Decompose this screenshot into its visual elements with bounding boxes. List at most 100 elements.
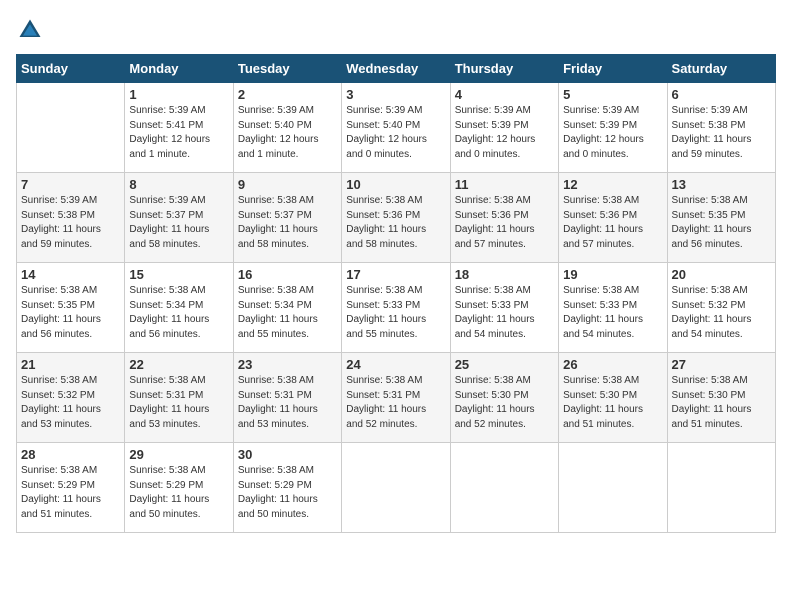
- day-detail: Sunrise: 5:38 AM Sunset: 5:30 PM Dayligh…: [455, 374, 554, 432]
- calendar-cell: 17 Sunrise: 5:38 AM Sunset: 5:33 PM Dayli…: [342, 263, 450, 353]
- day-number: 5: [563, 87, 662, 102]
- calendar-table: SundayMondayTuesdayWednesdayThursdayFrid…: [16, 54, 776, 533]
- calendar-cell: [342, 443, 450, 533]
- day-number: 12: [563, 177, 662, 192]
- day-detail: Sunrise: 5:38 AM Sunset: 5:35 PM Dayligh…: [21, 284, 120, 342]
- day-detail: Sunrise: 5:38 AM Sunset: 5:33 PM Dayligh…: [563, 284, 662, 342]
- day-number: 8: [129, 177, 228, 192]
- day-number: 26: [563, 357, 662, 372]
- calendar-week-row: 1 Sunrise: 5:39 AM Sunset: 5:41 PM Daylig…: [17, 83, 776, 173]
- day-number: 23: [238, 357, 337, 372]
- calendar-cell: 13 Sunrise: 5:38 AM Sunset: 5:35 PM Dayli…: [667, 173, 775, 263]
- calendar-cell: 15 Sunrise: 5:38 AM Sunset: 5:34 PM Dayli…: [125, 263, 233, 353]
- calendar-cell: 24 Sunrise: 5:38 AM Sunset: 5:31 PM Dayli…: [342, 353, 450, 443]
- calendar-cell: 14 Sunrise: 5:38 AM Sunset: 5:35 PM Dayli…: [17, 263, 125, 353]
- day-detail: Sunrise: 5:39 AM Sunset: 5:37 PM Dayligh…: [129, 194, 228, 252]
- day-number: 28: [21, 447, 120, 462]
- day-detail: Sunrise: 5:38 AM Sunset: 5:33 PM Dayligh…: [346, 284, 445, 342]
- calendar-week-row: 7 Sunrise: 5:39 AM Sunset: 5:38 PM Daylig…: [17, 173, 776, 263]
- day-detail: Sunrise: 5:38 AM Sunset: 5:30 PM Dayligh…: [672, 374, 771, 432]
- calendar-cell: 29 Sunrise: 5:38 AM Sunset: 5:29 PM Dayli…: [125, 443, 233, 533]
- calendar-cell: 3 Sunrise: 5:39 AM Sunset: 5:40 PM Daylig…: [342, 83, 450, 173]
- day-number: 17: [346, 267, 445, 282]
- day-number: 6: [672, 87, 771, 102]
- day-detail: Sunrise: 5:38 AM Sunset: 5:36 PM Dayligh…: [346, 194, 445, 252]
- day-number: 11: [455, 177, 554, 192]
- logo-icon: [16, 16, 44, 44]
- col-header-thursday: Thursday: [450, 55, 558, 83]
- day-number: 10: [346, 177, 445, 192]
- calendar-cell: 16 Sunrise: 5:38 AM Sunset: 5:34 PM Dayli…: [233, 263, 341, 353]
- calendar-header-row: SundayMondayTuesdayWednesdayThursdayFrid…: [17, 55, 776, 83]
- calendar-cell: 18Sunrise: 5:38 AM Sunset: 5:33 PM Dayli…: [450, 263, 558, 353]
- day-number: 19: [563, 267, 662, 282]
- day-detail: Sunrise: 5:38 AM Sunset: 5:29 PM Dayligh…: [238, 464, 337, 522]
- calendar-cell: 21Sunrise: 5:38 AM Sunset: 5:32 PM Dayli…: [17, 353, 125, 443]
- calendar-cell: 30 Sunrise: 5:38 AM Sunset: 5:29 PM Dayli…: [233, 443, 341, 533]
- day-detail: Sunrise: 5:38 AM Sunset: 5:37 PM Dayligh…: [238, 194, 337, 252]
- day-detail: Sunrise: 5:39 AM Sunset: 5:38 PM Dayligh…: [21, 194, 120, 252]
- calendar-cell: [450, 443, 558, 533]
- calendar-cell: 4 Sunrise: 5:39 AM Sunset: 5:39 PM Daylig…: [450, 83, 558, 173]
- day-detail: Sunrise: 5:38 AM Sunset: 5:34 PM Dayligh…: [129, 284, 228, 342]
- logo: [16, 16, 48, 44]
- col-header-saturday: Saturday: [667, 55, 775, 83]
- calendar-cell: [667, 443, 775, 533]
- calendar-cell: 9 Sunrise: 5:38 AM Sunset: 5:37 PM Daylig…: [233, 173, 341, 263]
- day-detail: Sunrise: 5:38 AM Sunset: 5:36 PM Dayligh…: [563, 194, 662, 252]
- day-number: 24: [346, 357, 445, 372]
- day-number: 20: [672, 267, 771, 282]
- day-detail: Sunrise: 5:38 AM Sunset: 5:32 PM Dayligh…: [21, 374, 120, 432]
- day-detail: Sunrise: 5:38 AM Sunset: 5:34 PM Dayligh…: [238, 284, 337, 342]
- calendar-cell: 11 Sunrise: 5:38 AM Sunset: 5:36 PM Dayli…: [450, 173, 558, 263]
- calendar-cell: 28 Sunrise: 5:38 AM Sunset: 5:29 PM Dayli…: [17, 443, 125, 533]
- day-detail: Sunrise: 5:39 AM Sunset: 5:38 PM Dayligh…: [672, 104, 771, 162]
- day-detail: Sunrise: 5:39 AM Sunset: 5:40 PM Dayligh…: [238, 104, 337, 162]
- calendar-week-row: 28 Sunrise: 5:38 AM Sunset: 5:29 PM Dayli…: [17, 443, 776, 533]
- day-detail: Sunrise: 5:38 AM Sunset: 5:30 PM Dayligh…: [563, 374, 662, 432]
- calendar-week-row: 14 Sunrise: 5:38 AM Sunset: 5:35 PM Dayli…: [17, 263, 776, 353]
- calendar-cell: 8 Sunrise: 5:39 AM Sunset: 5:37 PM Daylig…: [125, 173, 233, 263]
- day-number: 14: [21, 267, 120, 282]
- day-detail: Sunrise: 5:39 AM Sunset: 5:39 PM Dayligh…: [563, 104, 662, 162]
- day-number: 3: [346, 87, 445, 102]
- calendar-cell: 25 Sunrise: 5:38 AM Sunset: 5:30 PM Dayli…: [450, 353, 558, 443]
- day-number: 7: [21, 177, 120, 192]
- day-detail: Sunrise: 5:38 AM Sunset: 5:31 PM Dayligh…: [129, 374, 228, 432]
- col-header-wednesday: Wednesday: [342, 55, 450, 83]
- day-detail: Sunrise: 5:38 AM Sunset: 5:35 PM Dayligh…: [672, 194, 771, 252]
- calendar-cell: 22 Sunrise: 5:38 AM Sunset: 5:31 PM Dayli…: [125, 353, 233, 443]
- day-number: 27: [672, 357, 771, 372]
- day-detail: Sunrise: 5:38 AM Sunset: 5:31 PM Dayligh…: [238, 374, 337, 432]
- day-detail: Sunrise: 5:38 AM Sunset: 5:29 PM Dayligh…: [21, 464, 120, 522]
- calendar-cell: 26 Sunrise: 5:38 AM Sunset: 5:30 PM Dayli…: [559, 353, 667, 443]
- day-detail: Sunrise: 5:38 AM Sunset: 5:31 PM Dayligh…: [346, 374, 445, 432]
- calendar-cell: 1 Sunrise: 5:39 AM Sunset: 5:41 PM Daylig…: [125, 83, 233, 173]
- day-number: 9: [238, 177, 337, 192]
- calendar-cell: 27 Sunrise: 5:38 AM Sunset: 5:30 PM Dayli…: [667, 353, 775, 443]
- calendar-cell: 19 Sunrise: 5:38 AM Sunset: 5:33 PM Dayli…: [559, 263, 667, 353]
- day-detail: Sunrise: 5:39 AM Sunset: 5:41 PM Dayligh…: [129, 104, 228, 162]
- day-number: 1: [129, 87, 228, 102]
- day-number: 22: [129, 357, 228, 372]
- col-header-monday: Monday: [125, 55, 233, 83]
- calendar-cell: 12 Sunrise: 5:38 AM Sunset: 5:36 PM Dayli…: [559, 173, 667, 263]
- day-detail: Sunrise: 5:39 AM Sunset: 5:39 PM Dayligh…: [455, 104, 554, 162]
- col-header-friday: Friday: [559, 55, 667, 83]
- day-detail: Sunrise: 5:38 AM Sunset: 5:36 PM Dayligh…: [455, 194, 554, 252]
- calendar-cell: 20 Sunrise: 5:38 AM Sunset: 5:32 PM Dayli…: [667, 263, 775, 353]
- day-detail: Sunrise: 5:38 AM Sunset: 5:32 PM Dayligh…: [672, 284, 771, 342]
- day-number: 16: [238, 267, 337, 282]
- day-detail: Sunrise: 5:39 AM Sunset: 5:40 PM Dayligh…: [346, 104, 445, 162]
- day-detail: Sunrise: 5:38 AM Sunset: 5:29 PM Dayligh…: [129, 464, 228, 522]
- day-number: 4: [455, 87, 554, 102]
- calendar-cell: 10 Sunrise: 5:38 AM Sunset: 5:36 PM Dayli…: [342, 173, 450, 263]
- day-number: 25: [455, 357, 554, 372]
- day-number: 30: [238, 447, 337, 462]
- calendar-cell: 2Sunrise: 5:39 AM Sunset: 5:40 PM Daylig…: [233, 83, 341, 173]
- calendar-cell: 7 Sunrise: 5:39 AM Sunset: 5:38 PM Daylig…: [17, 173, 125, 263]
- calendar-cell: [559, 443, 667, 533]
- day-number: 15: [129, 267, 228, 282]
- day-number: 13: [672, 177, 771, 192]
- day-number: 29: [129, 447, 228, 462]
